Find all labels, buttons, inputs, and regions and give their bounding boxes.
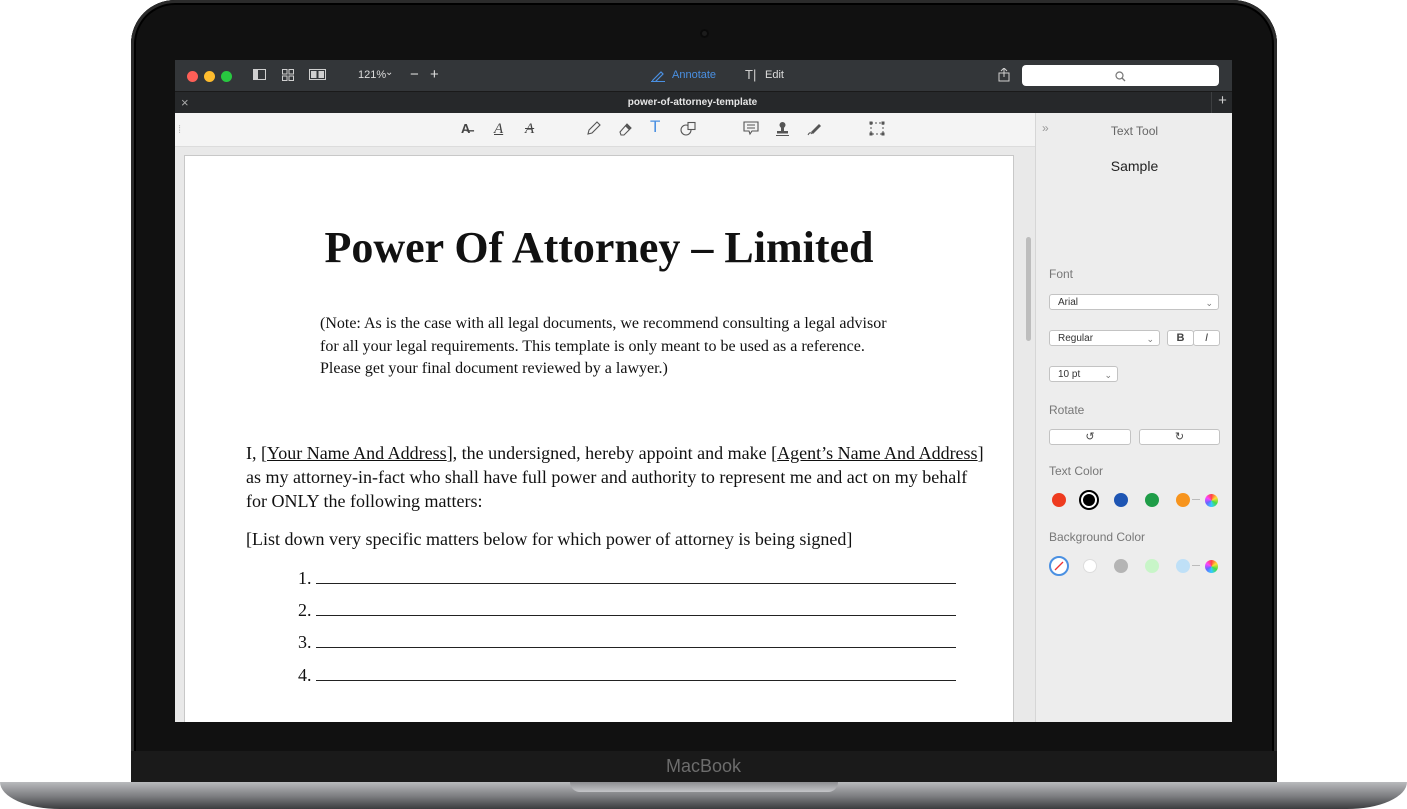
list-number: 3. xyxy=(298,632,312,652)
camera-icon xyxy=(700,29,709,38)
blank-line[interactable] xyxy=(315,569,956,584)
color-picker-icon[interactable] xyxy=(1205,560,1218,573)
edit-mode-button[interactable]: Edit xyxy=(765,69,784,81)
comment-icon[interactable] xyxy=(743,121,759,140)
bg-color-swatch[interactable] xyxy=(1083,559,1097,573)
rotate-right-icon: ↻ xyxy=(1174,431,1185,443)
text-color-swatch[interactable] xyxy=(1052,493,1066,507)
font-style-value: Regular xyxy=(1058,333,1094,344)
color-picker-icon[interactable] xyxy=(1205,494,1218,507)
annotation-toolbar: ⁞ A̶ A A T xyxy=(175,113,1035,147)
list-item: 1. xyxy=(298,568,956,589)
font-family-select[interactable]: Arial ⌄ xyxy=(1049,294,1219,310)
text-color-label: Text Color xyxy=(1049,464,1104,478)
font-style-select[interactable]: Regular ⌄ xyxy=(1049,330,1160,346)
text-color-selected-ring[interactable] xyxy=(1079,490,1099,510)
text-color-swatch[interactable] xyxy=(1083,494,1095,506)
selection-icon[interactable] xyxy=(869,121,885,140)
search-input[interactable] xyxy=(1022,65,1219,86)
rotate-left-button[interactable]: ↺ xyxy=(1049,429,1131,445)
bold-button[interactable]: B xyxy=(1167,330,1194,346)
tab-bar: × power-of-attorney-template + xyxy=(175,91,1232,114)
tab-document-title[interactable]: power-of-attorney-template xyxy=(175,97,1210,108)
list-item: 2. xyxy=(298,600,956,621)
font-label: Font xyxy=(1049,267,1074,281)
font-size-select[interactable]: 10 pt ⌄ xyxy=(1049,366,1118,382)
chevron-down-icon: ⌄ xyxy=(1104,370,1112,380)
toolbar-drag-handle[interactable]: ⁞ xyxy=(178,122,181,138)
name-placeholder: Your Name And Address xyxy=(267,443,447,463)
signature-icon[interactable] xyxy=(807,121,822,140)
bg-color-swatch[interactable] xyxy=(1114,559,1128,573)
background-color-label: Background Color xyxy=(1049,530,1146,544)
zoom-out-button[interactable]: − xyxy=(410,66,419,83)
font-sample: Sample xyxy=(1110,158,1159,174)
zoom-level[interactable]: 121% xyxy=(358,69,386,81)
divider xyxy=(1192,499,1200,500)
grid-view-icon[interactable] xyxy=(282,69,294,83)
search-icon xyxy=(1115,69,1126,87)
italic-button[interactable]: I xyxy=(1193,330,1220,346)
zoom-in-button[interactable]: + xyxy=(430,66,439,83)
share-icon[interactable] xyxy=(998,67,1010,84)
blank-line[interactable] xyxy=(315,666,956,681)
panel-title: Text Tool xyxy=(1110,124,1159,138)
edit-text-icon[interactable]: T| xyxy=(745,68,756,81)
stamp-icon[interactable] xyxy=(775,121,790,140)
zoom-dropdown-icon[interactable]: ⌄ xyxy=(385,67,393,78)
document-canvas[interactable]: Power Of Attorney – Limited (Note: As is… xyxy=(175,147,1035,722)
blank-line[interactable] xyxy=(315,601,956,616)
underline-text-icon[interactable]: A xyxy=(494,121,503,137)
para-text: I, [ xyxy=(246,443,267,463)
agent-placeholder: Agent’s Name And Address xyxy=(777,443,978,463)
text-color-swatch[interactable] xyxy=(1114,493,1128,507)
blank-line[interactable] xyxy=(315,633,956,648)
list-intro: [List down very specific matters below f… xyxy=(246,529,853,549)
text-replace-icon[interactable]: A̶ xyxy=(461,121,470,137)
rotate-right-button[interactable]: ↻ xyxy=(1139,429,1220,445)
list-item: 4. xyxy=(298,665,956,686)
minimize-window-button[interactable] xyxy=(204,71,215,82)
app-window: 121% ⌄ − + Annotate T| Edit × power-of-a… xyxy=(175,60,1232,722)
pencil-icon[interactable] xyxy=(586,121,601,140)
rotate-left-icon: ↺ xyxy=(1085,431,1095,443)
vertical-scrollbar[interactable] xyxy=(1026,237,1031,341)
no-color-icon[interactable] xyxy=(1049,556,1069,576)
sidebar-toggle-icon[interactable] xyxy=(253,69,266,82)
chevron-down-icon: ⌄ xyxy=(1146,334,1154,344)
list-item: 3. xyxy=(298,632,956,653)
new-tab-button[interactable]: + xyxy=(1211,92,1232,114)
text-color-swatch[interactable] xyxy=(1145,493,1159,507)
appointment-paragraph: I, [Your Name And Address], the undersig… xyxy=(246,441,986,513)
list-number: 2. xyxy=(298,600,312,620)
font-size-value: 10 pt xyxy=(1058,369,1081,380)
list-number: 1. xyxy=(298,568,312,588)
shapes-icon[interactable] xyxy=(680,121,697,140)
title-bar: 121% ⌄ − + Annotate T| Edit xyxy=(175,60,1232,91)
annotate-mode-button[interactable]: Annotate xyxy=(672,69,716,81)
zoom-window-button[interactable] xyxy=(221,71,232,82)
chevron-down-icon: ⌄ xyxy=(1205,298,1213,308)
close-window-button[interactable] xyxy=(187,71,198,82)
text-tool-panel: » Text Tool Sample Font Arial ⌄ Regular … xyxy=(1035,113,1232,722)
two-page-view-icon[interactable] xyxy=(309,69,326,82)
text-tool-icon[interactable]: T xyxy=(650,118,660,135)
device-brand: MacBook xyxy=(665,756,742,776)
bg-color-swatch[interactable] xyxy=(1145,559,1159,573)
strikethrough-text-icon[interactable]: A xyxy=(525,121,534,137)
document-title: Power Of Attorney – Limited xyxy=(324,223,874,272)
list-number: 4. xyxy=(298,665,312,685)
para-text: ], the undersigned, hereby appoint and m… xyxy=(446,443,778,463)
divider xyxy=(1192,565,1200,566)
annotate-pen-icon[interactable] xyxy=(651,69,665,84)
document-page[interactable]: Power Of Attorney – Limited (Note: As is… xyxy=(184,155,1014,722)
font-family-value: Arial xyxy=(1058,297,1079,308)
laptop-notch xyxy=(570,782,838,792)
bg-color-swatch[interactable] xyxy=(1176,559,1190,573)
rotate-label: Rotate xyxy=(1049,403,1085,417)
eraser-icon[interactable] xyxy=(618,121,633,140)
text-color-swatch[interactable] xyxy=(1176,493,1190,507)
document-note: (Note: As is the case with all legal doc… xyxy=(320,315,887,377)
